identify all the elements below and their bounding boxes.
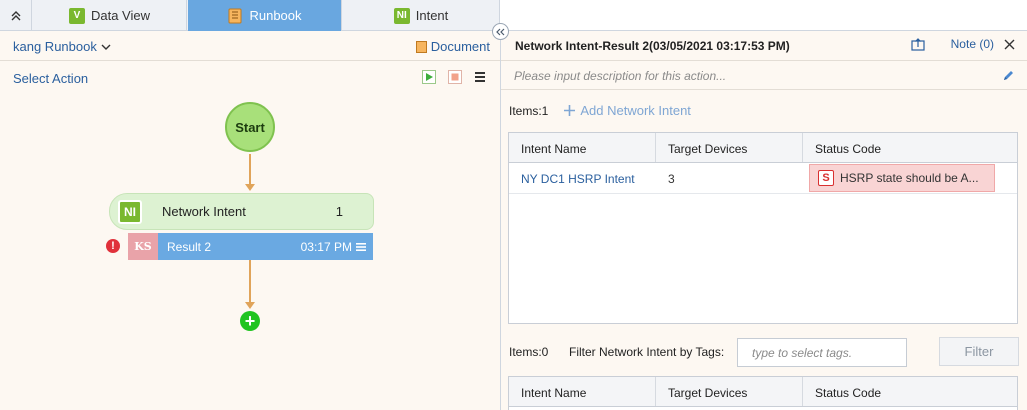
status-cell: S HSRP state should be A... xyxy=(803,163,1017,193)
intent-icon: NI xyxy=(393,7,410,24)
network-intent-node[interactable]: NI Network Intent 1 xyxy=(109,193,374,230)
close-icon[interactable] xyxy=(1004,39,1015,50)
tab-intent[interactable]: NI Intent xyxy=(343,0,500,31)
runbook-name: kang Runbook xyxy=(13,39,97,54)
runbook-panel: kang Runbook Document Select Action Star… xyxy=(0,31,501,410)
double-chevron-up-icon xyxy=(11,10,20,20)
tab-data-view[interactable]: V Data View xyxy=(33,0,187,31)
result-label: Result 2 xyxy=(167,240,212,254)
menu-icon[interactable] xyxy=(474,71,486,83)
connector-line xyxy=(249,260,251,302)
runbook-icon xyxy=(227,8,243,24)
plus-icon xyxy=(564,105,576,116)
header-actions: Note (0) xyxy=(911,37,1015,51)
table-header: Intent Name Target Devices Status Code xyxy=(509,133,1017,163)
node-title: Network Intent xyxy=(162,204,246,219)
network-intent-icon: NI xyxy=(118,200,142,224)
status-text: HSRP state should be A... xyxy=(840,171,979,185)
status-code-chip[interactable]: S HSRP state should be A... xyxy=(809,164,995,192)
collapse-panel-button[interactable] xyxy=(492,23,509,40)
column-header[interactable]: Target Devices xyxy=(656,377,803,406)
tab-label: Runbook xyxy=(249,8,302,23)
intent-table: Intent Name Target Devices Status Code N… xyxy=(508,132,1018,324)
filter-row: Items:0 Filter Network Intent by Tags: t… xyxy=(509,337,1019,367)
document-link[interactable]: Document xyxy=(415,39,490,54)
error-icon: ! xyxy=(106,239,120,253)
runbook-header: kang Runbook Document xyxy=(0,31,500,61)
stop-icon[interactable] xyxy=(448,70,462,84)
filter-label: Filter Network Intent by Tags: xyxy=(569,345,725,359)
arrow-icon xyxy=(245,302,255,309)
runbook-selector[interactable]: kang Runbook xyxy=(13,39,111,54)
node-count: 1 xyxy=(335,204,343,219)
column-header[interactable]: Intent Name xyxy=(509,133,656,162)
chevron-down-icon xyxy=(101,44,111,50)
result-time-group: 03:17 PM xyxy=(301,240,366,254)
description-input[interactable]: Please input description for this action… xyxy=(514,69,726,83)
tab-runbook[interactable]: Runbook xyxy=(188,0,342,31)
intent-name-link[interactable]: NY DC1 HSRP Intent xyxy=(521,172,635,186)
table-row[interactable]: NY DC1 HSRP Intent 3 S HSRP state should… xyxy=(509,163,1017,194)
tab-label: Data View xyxy=(90,8,150,23)
arrow-icon xyxy=(245,184,255,191)
document-icon xyxy=(415,40,427,53)
target-devices: 3 xyxy=(668,172,675,186)
result-time: 03:17 PM xyxy=(300,240,352,254)
description-row: Please input description for this action… xyxy=(501,62,1027,90)
select-action-link[interactable]: Select Action xyxy=(13,71,88,86)
ks-badge-icon: KS xyxy=(128,233,158,260)
pencil-icon[interactable] xyxy=(1002,69,1015,82)
export-icon[interactable] xyxy=(911,37,925,51)
column-header[interactable]: Status Code xyxy=(803,377,1017,406)
play-icon[interactable] xyxy=(422,70,436,84)
items-count: Items:1 xyxy=(509,103,549,118)
status-s-icon: S xyxy=(818,170,834,186)
collapse-button[interactable] xyxy=(0,0,32,31)
note-link[interactable]: Note (0) xyxy=(951,37,994,51)
filter-items-count: Items:0 xyxy=(509,345,549,359)
add-step-button[interactable]: + xyxy=(240,311,260,331)
add-network-intent-button[interactable]: Add Network Intent xyxy=(564,103,691,118)
tab-strip: V Data View Runbook NI Intent xyxy=(0,0,500,31)
data-view-icon: V xyxy=(68,7,85,24)
filtered-intent-table: Intent Name Target Devices Status Code xyxy=(508,376,1018,410)
tab-label: Intent xyxy=(415,8,449,23)
document-label: Document xyxy=(430,39,490,54)
column-header[interactable]: Intent Name xyxy=(509,377,656,406)
filter-button[interactable]: Filter xyxy=(939,337,1019,366)
result-item[interactable]: KS Result 2 03:17 PM xyxy=(128,233,373,260)
column-header[interactable]: Status Code xyxy=(803,133,1017,162)
add-intent-label: Add Network Intent xyxy=(580,103,691,118)
connector-line xyxy=(249,154,251,184)
items-row: Items:1 Add Network Intent xyxy=(509,103,691,118)
table-header: Intent Name Target Devices Status Code xyxy=(509,377,1017,407)
top-bar xyxy=(500,0,1027,31)
result-panel: Network Intent-Result 2(03/05/2021 03:17… xyxy=(501,31,1027,410)
result-title: Network Intent-Result 2(03/05/2021 03:17… xyxy=(515,39,790,53)
column-header[interactable]: Target Devices xyxy=(656,133,803,162)
start-node[interactable]: Start xyxy=(225,102,275,152)
tag-input[interactable]: type to select tags. xyxy=(737,337,907,367)
runbook-toolbar xyxy=(422,70,486,84)
hamburger-menu-icon[interactable] xyxy=(356,242,366,252)
double-chevron-left-icon xyxy=(496,28,505,35)
result-header: Network Intent-Result 2(03/05/2021 03:17… xyxy=(501,31,1027,61)
